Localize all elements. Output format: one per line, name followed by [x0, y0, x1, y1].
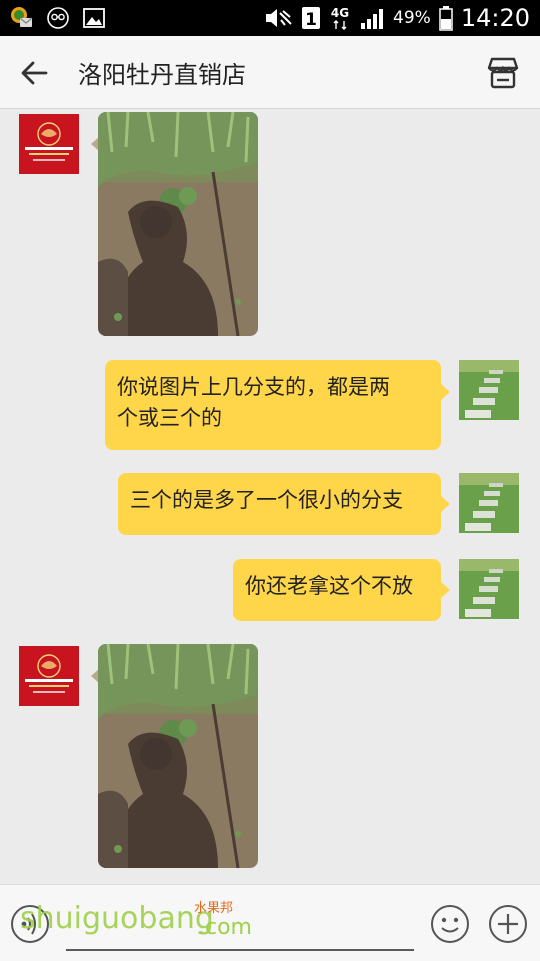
watermark-cn: 水果邦: [194, 901, 234, 916]
bubble-tail: [441, 384, 450, 400]
glasses-icon: [47, 7, 69, 29]
peony-logo-icon: [19, 114, 79, 174]
emoji-icon[interactable]: [430, 904, 470, 944]
svg-text:1: 1: [305, 10, 317, 30]
outgoing-text-bubble[interactable]: 三个的是多了一个很小的分支: [118, 473, 441, 535]
clock: 14:20: [460, 4, 530, 32]
sim-1-icon: 1: [302, 7, 321, 30]
field-shadow-photo: [98, 644, 258, 868]
contact-avatar[interactable]: [19, 646, 79, 706]
message-line: 个或三个的: [117, 406, 222, 430]
my-avatar[interactable]: [459, 559, 519, 619]
image-message[interactable]: [98, 112, 258, 336]
battery-icon: [439, 6, 453, 31]
image-notification-icon: [83, 8, 105, 28]
message-input[interactable]: [66, 949, 414, 951]
stepping-stones-photo: [459, 473, 519, 533]
email-notification-icon: [11, 7, 33, 27]
contact-avatar[interactable]: [19, 114, 79, 174]
message-line: 你还老拿这个不放: [245, 574, 413, 598]
signal-icon: [361, 9, 384, 29]
my-avatar[interactable]: [459, 360, 519, 420]
my-avatar[interactable]: [459, 473, 519, 533]
bubble-tail: [441, 582, 450, 598]
mute-icon: [266, 9, 292, 27]
image-message[interactable]: [98, 644, 258, 868]
outgoing-text-bubble[interactable]: 你还老拿这个不放: [233, 559, 441, 621]
stepping-stones-photo: [459, 559, 519, 619]
watermark-text: shuiguobang: [20, 901, 214, 936]
chat-title: 洛阳牡丹直销店: [78, 61, 246, 89]
chat-header: 洛阳牡丹直销店: [0, 36, 540, 109]
peony-logo-icon: [19, 646, 79, 706]
back-arrow-icon[interactable]: [18, 56, 52, 90]
svg-text:4G: 4G: [331, 6, 349, 20]
message-line: 三个的是多了一个很小的分支: [130, 488, 403, 512]
store-icon[interactable]: [484, 54, 522, 92]
status-bar: 1 4G 49% 14:20: [0, 0, 540, 36]
field-shadow-photo: [98, 112, 258, 336]
message-line: 你说图片上几分支的，都是两: [117, 375, 390, 399]
input-bar: shuiguobang 水果邦 .com: [0, 884, 540, 961]
outgoing-text-bubble[interactable]: 你说图片上几分支的，都是两 个或三个的: [105, 360, 441, 450]
bubble-tail: [441, 496, 450, 512]
network-4g-icon: 4G: [331, 6, 349, 30]
watermark-suffix: .com: [198, 915, 252, 940]
message-list[interactable]: 你说图片上几分支的，都是两 个或三个的 三个的是多了一个很小的分支 你还老拿这个…: [0, 108, 540, 884]
plus-icon[interactable]: [488, 904, 528, 944]
stepping-stones-photo: [459, 360, 519, 420]
battery-percent: 49%: [393, 8, 431, 28]
